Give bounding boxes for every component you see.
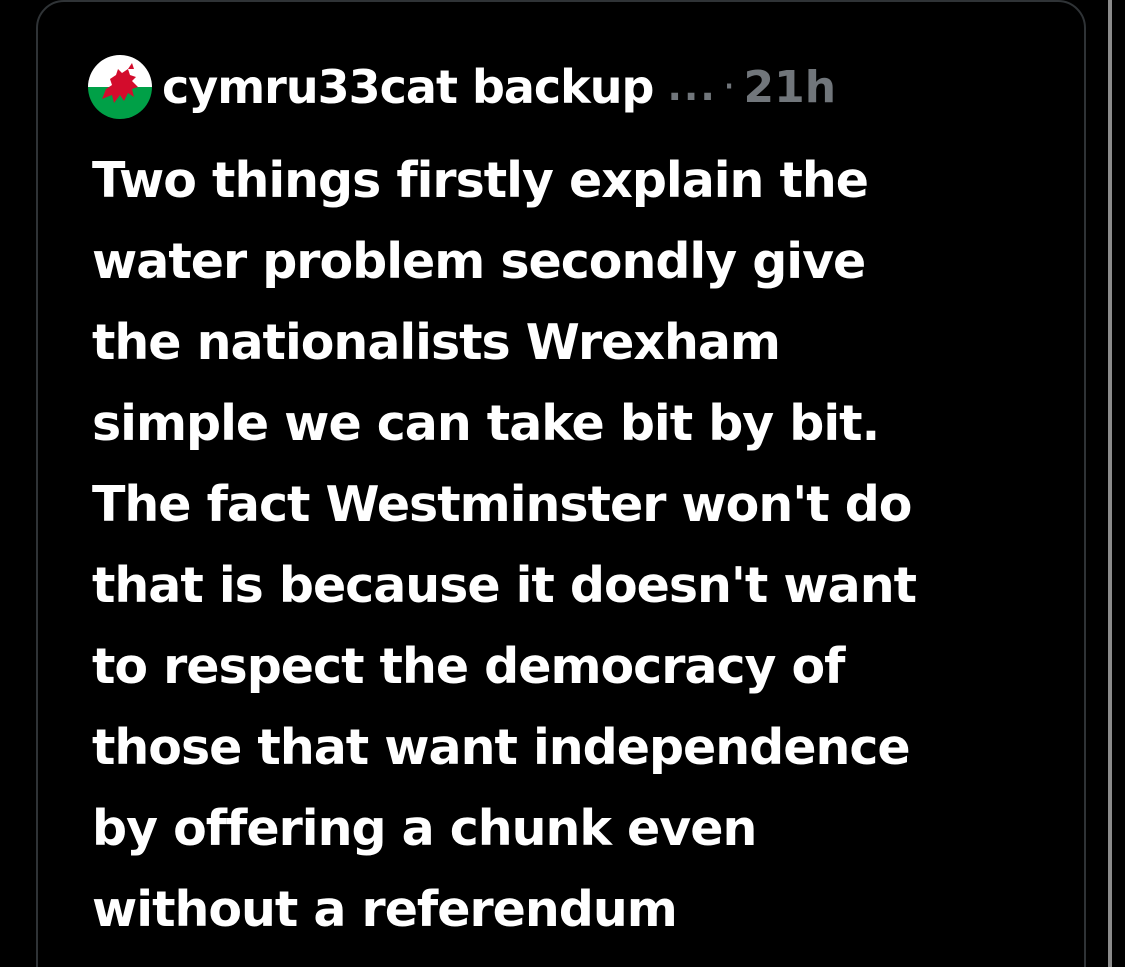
author-name[interactable]: cymru33cat backup: [162, 60, 654, 114]
more-ellipsis: ...: [667, 65, 717, 109]
post-text: Two things firstly explain the water pro…: [92, 140, 1092, 950]
welsh-dragon-flag-icon[interactable]: [88, 55, 152, 119]
separator-dot: ·: [722, 64, 736, 110]
screenshot: cymru33cat backup ... · 21h Two things f…: [0, 0, 1125, 967]
post-text-line: without a referendum: [92, 881, 678, 938]
post-text-line: Two things firstly explain the: [92, 152, 869, 209]
post-time[interactable]: 21h: [743, 62, 836, 113]
post-text-line: by offering a chunk even: [92, 800, 757, 857]
post-text-line: the nationalists Wrexham: [92, 314, 781, 371]
post-text-line: simple we can take bit by bit.: [92, 395, 880, 452]
post-text-line: water problem secondly give: [92, 233, 866, 290]
post-text-line: those that want independence: [92, 719, 911, 776]
scrollbar[interactable]: [1108, 0, 1112, 967]
post-text-line: to respect the democracy of: [92, 638, 845, 695]
post-text-line: that is because it doesn't want: [92, 557, 917, 614]
post-text-line: The fact Westminster won't do: [92, 476, 912, 533]
post-header: cymru33cat backup ... · 21h: [88, 52, 836, 122]
